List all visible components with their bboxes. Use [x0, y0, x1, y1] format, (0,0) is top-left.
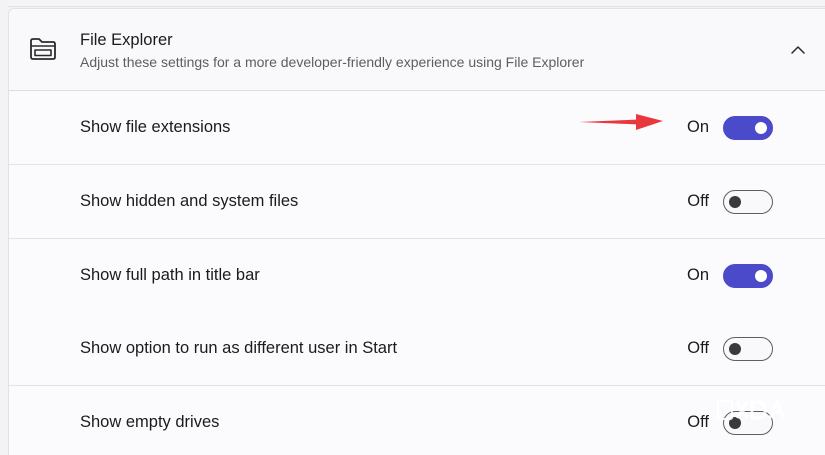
toggle-state-label: On — [686, 266, 709, 284]
previous-section-edge — [8, 0, 825, 7]
setting-row-run-as-different-user: Show option to run as different user in … — [9, 312, 825, 386]
setting-row-show-file-extensions: Show file extensions On — [9, 91, 825, 165]
toggle-show-file-extensions[interactable] — [723, 116, 773, 140]
setting-row-show-empty-drives: Show empty drives Off — [9, 386, 825, 455]
settings-page: File Explorer Adjust these settings for … — [0, 0, 825, 455]
red-arrow-icon — [579, 114, 663, 130]
setting-label: Show full path in title bar — [80, 266, 260, 284]
section-title: File Explorer — [80, 31, 173, 49]
section-subtitle: Adjust these settings for a more develop… — [80, 54, 585, 70]
toggle-knob — [729, 196, 741, 208]
setting-label: Show file extensions — [80, 118, 231, 136]
setting-row-show-full-path: Show full path in title bar On — [9, 239, 825, 313]
xda-watermark-logo — [717, 398, 786, 420]
setting-label: Show hidden and system files — [80, 192, 299, 210]
toggle-state-label: Off — [687, 192, 709, 210]
setting-row-show-hidden-files: Show hidden and system files Off — [9, 165, 825, 239]
toggle-show-full-path[interactable] — [723, 264, 773, 288]
file-explorer-section: File Explorer Adjust these settings for … — [8, 8, 825, 455]
section-header[interactable]: File Explorer Adjust these settings for … — [9, 9, 825, 91]
chevron-up-icon[interactable] — [787, 39, 809, 61]
setting-label: Show empty drives — [80, 413, 220, 431]
toggle-knob — [729, 343, 741, 355]
toggle-knob — [755, 270, 767, 282]
toggle-state-label: On — [686, 118, 709, 136]
toggle-knob — [755, 122, 767, 134]
toggle-run-as-different-user[interactable] — [723, 337, 773, 361]
toggle-state-label: Off — [687, 339, 709, 357]
toggle-show-hidden-files[interactable] — [723, 190, 773, 214]
folder-icon — [30, 38, 56, 60]
setting-label: Show option to run as different user in … — [80, 339, 398, 357]
toggle-state-label: Off — [687, 413, 709, 431]
